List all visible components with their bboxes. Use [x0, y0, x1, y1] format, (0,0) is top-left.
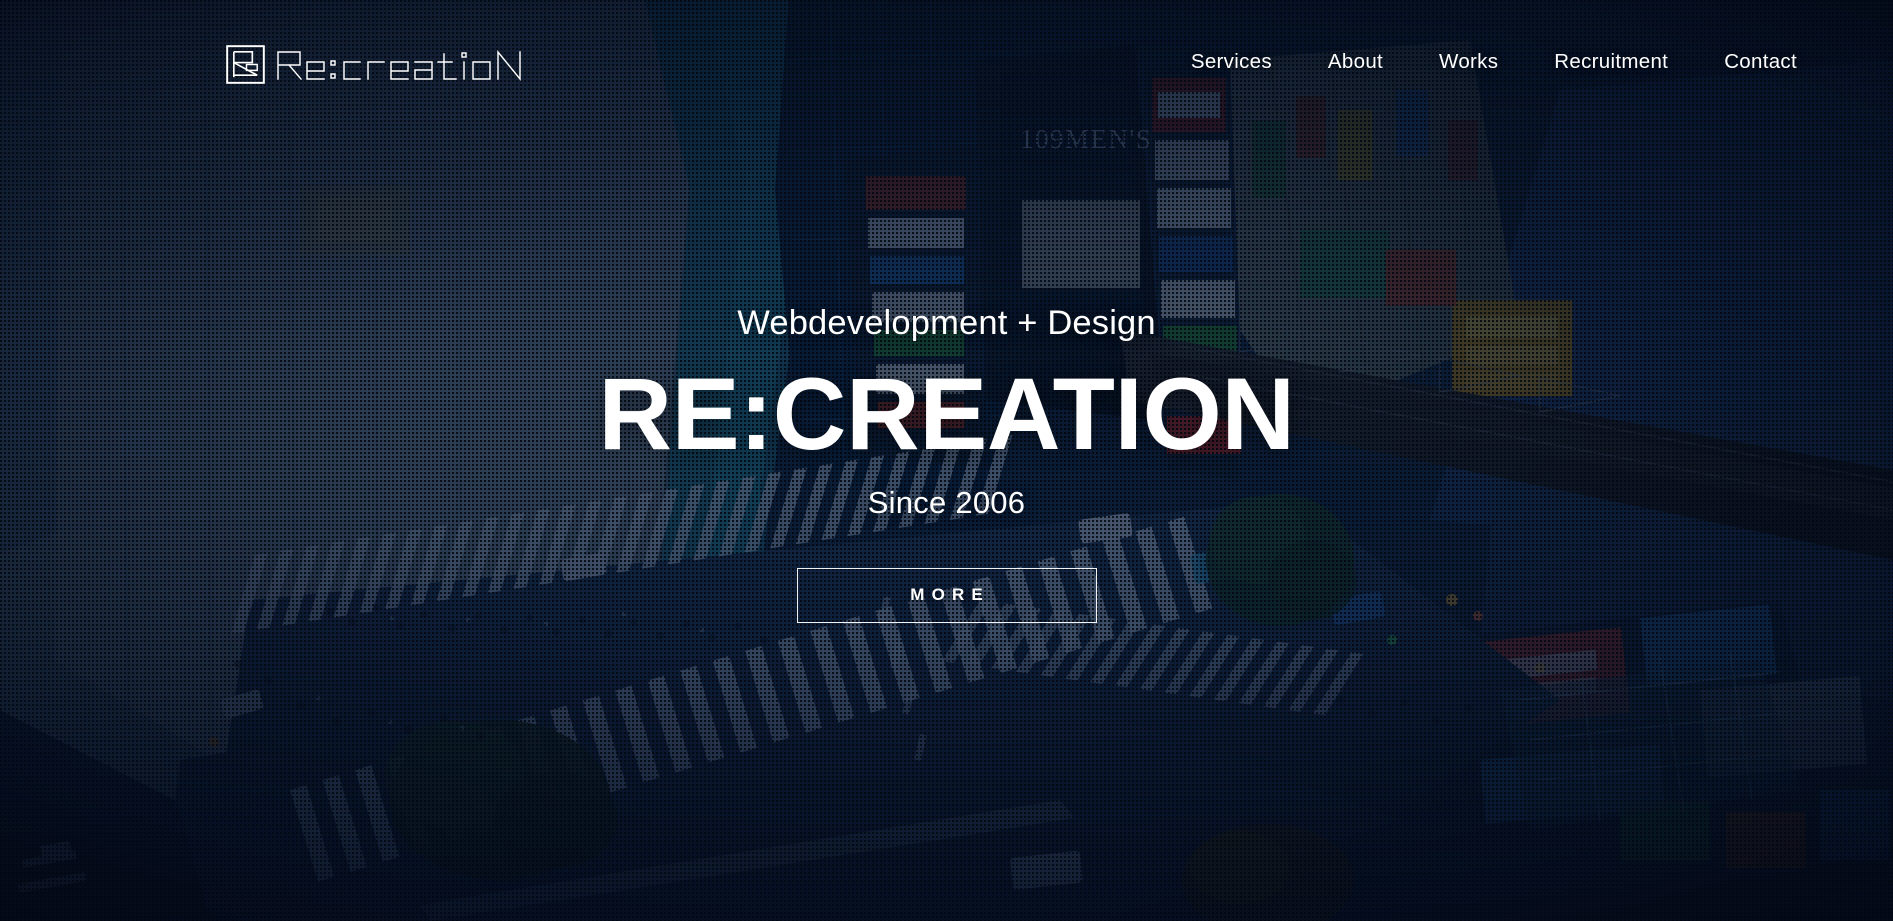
- brand-wordmark: [277, 49, 521, 81]
- nav-item-services[interactable]: Services: [1163, 44, 1300, 80]
- recreation-logo-mark-icon: [226, 45, 265, 84]
- hero-content: Webdevelopment + Design RE:CREATION Sinc…: [0, 0, 1893, 921]
- main-navigation[interactable]: Services About Works Recruitment Contact: [1163, 44, 1825, 80]
- hero-section: 109MEN'S Services About Works Recruitmen…: [0, 0, 1893, 921]
- hero-headline: RE:CREATION: [598, 356, 1295, 471]
- hero-subline: Since 2006: [867, 484, 1026, 520]
- site-header: Services About Works Recruitment Contact: [0, 0, 1893, 122]
- nav-item-recruitment[interactable]: Recruitment: [1526, 44, 1696, 80]
- nav-item-contact[interactable]: Contact: [1696, 44, 1825, 80]
- hero-eyebrow: Webdevelopment + Design: [737, 304, 1156, 342]
- nav-item-about[interactable]: About: [1300, 44, 1411, 80]
- nav-item-works[interactable]: Works: [1411, 44, 1526, 80]
- more-button[interactable]: MORE: [796, 567, 1097, 623]
- brand-logo[interactable]: [226, 45, 530, 84]
